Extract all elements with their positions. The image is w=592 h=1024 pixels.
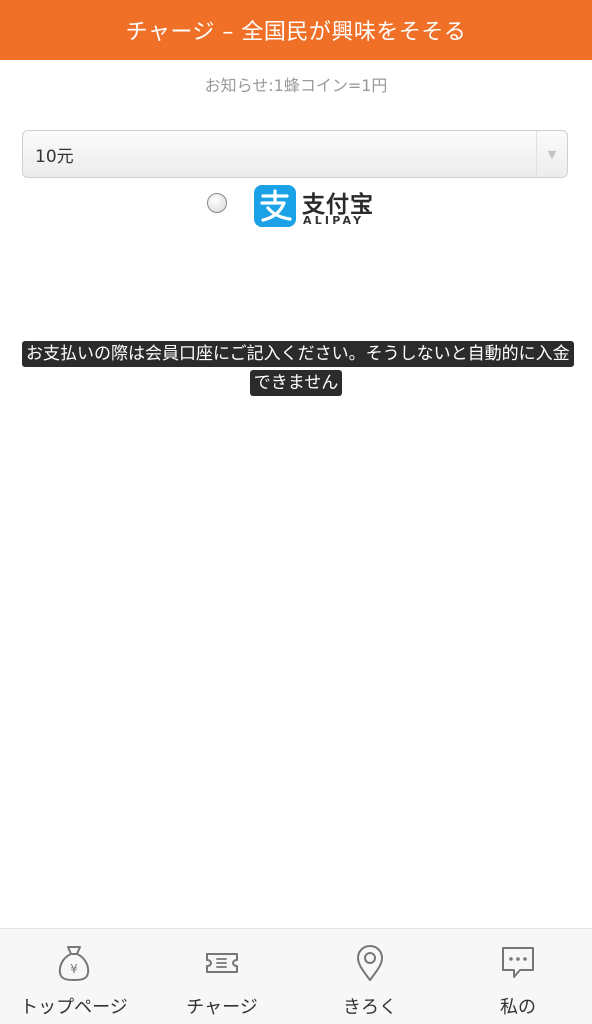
amount-select-value: 10元 bbox=[35, 146, 74, 167]
alipay-name-en: ALIPAY bbox=[303, 214, 365, 227]
alipay-logo-icon bbox=[254, 185, 296, 227]
tab-mine[interactable]: 私の bbox=[444, 929, 592, 1024]
money-bag-icon: ¥ bbox=[58, 946, 90, 981]
tab-label: 私の bbox=[500, 997, 536, 1018]
warning-text: お支払いの際は会員口座にご記入ください。そうしないと自動的に入金できません bbox=[22, 341, 574, 396]
tab-label: チャージ bbox=[186, 997, 258, 1018]
page-title: チャージ – 全国民が興味をそそる bbox=[125, 20, 467, 45]
dropdown-arrow-icon: ▼ bbox=[536, 131, 567, 177]
amount-select[interactable]: 10元 ▼ bbox=[22, 130, 568, 178]
payment-option-alipay[interactable]: 支付宝 ALIPAY bbox=[0, 182, 592, 230]
bottom-tab-bar: ¥ トップページ チャージ きろく 私の bbox=[0, 928, 592, 1024]
page-header: チャージ – 全国民が興味をそそる bbox=[0, 0, 592, 60]
warning-message: お支払いの際は会員口座にご記入ください。そうしないと自動的に入金できません bbox=[22, 340, 574, 398]
tab-home[interactable]: ¥ トップページ bbox=[0, 929, 148, 1024]
chat-bubble-icon bbox=[502, 947, 534, 978]
recharge-page: チャージ – 全国民が興味をそそる お知らせ:1蜂コイン=1円 10元 ▼ 支付… bbox=[0, 0, 592, 1024]
tab-label: トップページ bbox=[20, 997, 128, 1018]
ticket-icon bbox=[206, 953, 238, 973]
tab-records[interactable]: きろく bbox=[296, 929, 444, 1024]
location-pin-icon bbox=[357, 945, 383, 981]
tab-recharge[interactable]: チャージ bbox=[148, 929, 296, 1024]
svg-text:¥: ¥ bbox=[70, 962, 78, 976]
notice-text: お知らせ:1蜂コイン=1円 bbox=[204, 76, 388, 95]
tab-label: きろく bbox=[343, 997, 397, 1018]
payment-radio[interactable] bbox=[207, 193, 227, 213]
